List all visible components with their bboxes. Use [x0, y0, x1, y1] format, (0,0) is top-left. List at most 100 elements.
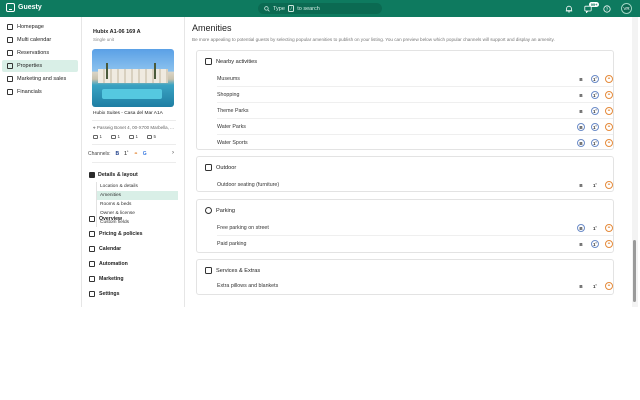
panel-item-settings[interactable]: Settings	[89, 291, 119, 297]
photo-palm	[154, 63, 156, 79]
amenity-label: Theme Parks	[217, 108, 249, 114]
row-divider	[217, 235, 613, 236]
airbnb-channel-icon: ⚭	[605, 240, 613, 248]
amenity-row[interactable]: Outdoor seating (furniture) B 1˚ ⚭	[217, 179, 613, 191]
sidebar-item-reservations[interactable]: Reservations	[2, 47, 78, 59]
booking-channel-icon: B	[579, 92, 583, 98]
photo-pool	[102, 89, 162, 99]
scrollbar-thumb[interactable]	[633, 240, 636, 302]
amenity-card-parking: Parking Free parking on street B 1˚ ⚭ Pa…	[196, 199, 614, 253]
vrbo-channel-icon: 1˚	[591, 240, 599, 248]
airbnb-channel-icon: ⚭	[605, 75, 613, 83]
property-photo[interactable]	[92, 49, 174, 107]
bedroom-icon	[111, 134, 117, 139]
sidebar: Homepage Multi calendar Reservations Pro…	[0, 17, 80, 307]
property-address: ⌖ Passeig Bonet 4, 00-X700 Marbella, ...	[93, 125, 174, 130]
section-details-layout[interactable]: Details & layout	[89, 172, 138, 178]
stat-bedrooms: 1	[111, 134, 120, 139]
financials-icon	[7, 89, 13, 95]
panel-item-label: Automation	[99, 261, 128, 267]
top-bar: Guesty Type / to search 99+ ? VR	[0, 0, 640, 17]
sidebar-item-marketing-and-sales[interactable]: Marketing and sales	[2, 73, 78, 85]
sidebar-item-multi-calendar[interactable]: Multi calendar	[2, 34, 78, 46]
panel-item-overview[interactable]: Overview	[89, 216, 122, 222]
guesty-logo[interactable]: Guesty	[6, 3, 42, 12]
panel-item-label: Overview	[99, 216, 123, 222]
stat-value: 5	[153, 134, 157, 139]
booking-channel-icon: B	[579, 182, 583, 188]
sidebar-item-homepage[interactable]: Homepage	[2, 21, 78, 33]
sidebar-item-label: Financials	[17, 89, 42, 95]
panel-item-calendar[interactable]: Calendar	[89, 246, 121, 252]
photo-palm	[106, 63, 108, 79]
panel-item-pricing-policies[interactable]: Pricing & policies	[89, 231, 143, 237]
chat-icon[interactable]: 99+	[583, 1, 599, 14]
booking-channel-icon: B	[579, 108, 583, 114]
sidebar-item-properties[interactable]: Properties	[2, 60, 78, 72]
panel-item-automation[interactable]: Automation	[89, 261, 128, 267]
row-divider	[217, 86, 613, 87]
user-avatar[interactable]: VR	[621, 3, 632, 14]
channels-row: Channels: B 1˚ ⚭ G	[88, 151, 147, 157]
amenity-label: Free parking on street	[217, 225, 269, 231]
vrbo-channel-icon: 1˚	[591, 139, 599, 147]
search-shortcut-key: /	[287, 5, 295, 12]
amenity-card-services-extras: Services & Extras Extra pillows and blan…	[196, 259, 614, 295]
category-title: Nearby activities	[205, 58, 257, 65]
stat-guests: 1	[93, 134, 102, 139]
vrbo-channel-icon: 1˚	[592, 182, 598, 188]
amenity-label: Water Parks	[217, 124, 246, 130]
airbnb-channel-icon: ⚭	[133, 151, 138, 157]
bell-icon[interactable]	[564, 4, 574, 14]
main-content: Amenities Be more appealing to potential…	[186, 17, 632, 307]
vrbo-channel-icon: 1˚	[591, 123, 599, 131]
vrbo-channel-icon: 1˚	[592, 225, 598, 231]
sidebar-item-label: Homepage	[17, 24, 44, 30]
stat-value: 1	[99, 134, 103, 139]
panel-item-label: Settings	[99, 291, 120, 297]
chevron-right-icon[interactable]: ›	[172, 150, 174, 156]
category-label: Services & Extras	[216, 267, 261, 274]
amenity-row[interactable]: Free parking on street B 1˚ ⚭	[217, 222, 613, 234]
airbnb-channel-icon: ⚭	[605, 107, 613, 115]
amenity-row[interactable]: Extra pillows and blankets B 1˚ ⚭	[217, 280, 613, 292]
amenity-row[interactable]: Museums B 1˚ ⚭	[217, 73, 613, 85]
airbnb-channel-icon: ⚭	[605, 224, 613, 232]
reservations-icon	[7, 50, 13, 56]
sidebar-item-label: Multi calendar	[17, 37, 52, 43]
bathroom-icon	[129, 134, 135, 139]
property-address-text: Passeig Bonet 4, 00-X700 Marbella, ...	[96, 125, 174, 130]
amenity-row[interactable]: Shopping B 1˚ ⚭	[217, 89, 613, 101]
sidebar-item-financials[interactable]: Financials	[2, 86, 78, 98]
category-title: Outdoor	[205, 164, 236, 171]
airbnb-channel-icon: ⚭	[605, 123, 613, 131]
subnav-amenities[interactable]: Amenities	[97, 191, 178, 200]
row-divider	[217, 102, 613, 103]
amenity-row[interactable]: Paid parking B 1˚ ⚭	[217, 238, 613, 250]
amenity-card-nearby-activities: Nearby activities Museums B 1˚ ⚭ Shoppin…	[196, 50, 614, 150]
vrbo-channel-icon: 1˚	[591, 107, 599, 115]
panel-item-label: Calendar	[99, 246, 122, 252]
booking-channel-icon: B	[579, 241, 583, 247]
vrbo-channel-icon: 1˚	[124, 151, 129, 157]
global-search[interactable]: Type / to search	[258, 3, 382, 14]
booking-channel-icon: B	[577, 123, 585, 131]
subnav-location-details[interactable]: Location & details	[97, 182, 178, 191]
panel-item-marketing[interactable]: Marketing	[89, 276, 124, 282]
amenity-label: Paid parking	[217, 241, 247, 247]
category-title: Parking	[205, 207, 235, 214]
booking-channel-icon: B	[577, 139, 585, 147]
amenity-label: Extra pillows and blankets	[217, 283, 279, 289]
services-icon	[205, 267, 212, 274]
location-pin-icon: ⌖	[93, 125, 96, 130]
amenity-row[interactable]: Water Parks B 1˚ ⚭	[217, 121, 613, 133]
vrbo-channel-icon: 1˚	[592, 283, 598, 289]
subnav-rooms-beds[interactable]: Rooms & beds	[97, 200, 178, 209]
amenity-row[interactable]: Water Sports B 1˚ ⚭	[217, 137, 613, 149]
help-icon[interactable]: ?	[602, 4, 612, 14]
amenity-card-outdoor: Outdoor Outdoor seating (furniture) B 1˚…	[196, 156, 614, 192]
pricing-icon	[89, 231, 95, 237]
search-suffix: to search	[297, 5, 320, 12]
booking-channel-icon: B	[579, 283, 583, 289]
amenity-row[interactable]: Theme Parks B 1˚ ⚭	[217, 105, 613, 117]
